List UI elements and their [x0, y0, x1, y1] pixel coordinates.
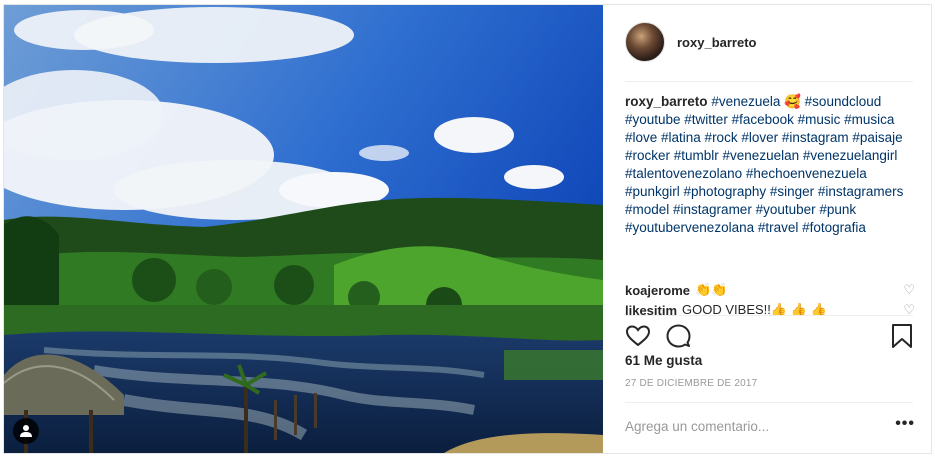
heart-outline-icon[interactable]	[625, 323, 651, 349]
comment-like-icon[interactable]: ♡	[903, 302, 915, 315]
comments-divider	[625, 315, 913, 316]
comments-list: koajerome 👏👏 ♡ likesitim GOOD VIBES!!👍 👍…	[625, 281, 915, 315]
add-comment-divider	[625, 402, 913, 403]
post-date: 27 DE DICIEMBRE DE 2017	[625, 378, 758, 389]
caption-author[interactable]: roxy_barreto	[625, 94, 708, 109]
post-sidebar: roxy_barreto roxy_barreto #venezuela 🥰 #…	[603, 5, 931, 453]
post-photo[interactable]	[4, 5, 603, 453]
avatar[interactable]	[625, 22, 665, 62]
user-tag-button[interactable]	[13, 418, 39, 444]
landscape-image	[4, 5, 603, 453]
header-divider	[625, 81, 913, 82]
speech-bubble-icon[interactable]	[665, 323, 691, 349]
add-comment-input[interactable]: Agrega un comentario...	[625, 419, 769, 434]
comment-author[interactable]: likesitim	[625, 303, 677, 316]
author-username[interactable]: roxy_barreto	[677, 35, 756, 50]
user-silhouette-icon	[20, 425, 32, 437]
comment-item: koajerome 👏👏 ♡	[625, 281, 915, 299]
caption-text: #venezuela 🥰 #soundcloud #youtube #twitt…	[625, 94, 904, 235]
more-options-button[interactable]: •••	[895, 415, 915, 433]
action-bar	[625, 323, 915, 349]
bookmark-icon[interactable]	[889, 323, 915, 349]
post-header: roxy_barreto	[625, 22, 756, 62]
post-card: roxy_barreto roxy_barreto #venezuela 🥰 #…	[3, 4, 932, 454]
comment-like-icon[interactable]: ♡	[903, 282, 915, 298]
post-caption: roxy_barreto #venezuela 🥰 #soundcloud #y…	[625, 93, 913, 237]
comment-item: likesitim GOOD VIBES!!👍 👍 👍 ♡	[625, 301, 915, 315]
likes-count[interactable]: 61 Me gusta	[625, 353, 702, 368]
comment-author[interactable]: koajerome	[625, 283, 690, 298]
comment-text: 👏👏	[695, 282, 728, 297]
comment-text: GOOD VIBES!!👍 👍 👍	[682, 302, 827, 315]
